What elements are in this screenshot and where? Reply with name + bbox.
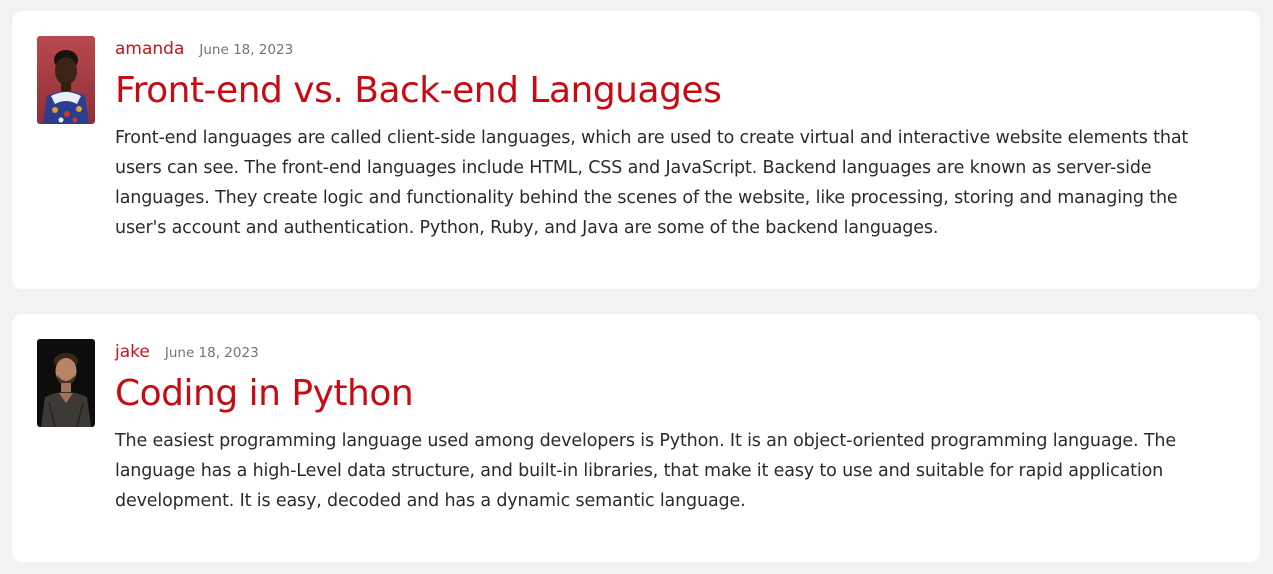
post-card: amanda June 18, 2023 Front-end vs. Back-…	[12, 11, 1260, 289]
author-link[interactable]: jake	[115, 342, 150, 362]
avatar-image	[37, 36, 95, 124]
author-avatar[interactable]	[37, 36, 95, 124]
author-avatar[interactable]	[37, 339, 95, 427]
post-title-link[interactable]: Coding in Python	[115, 371, 1220, 417]
post-meta: jake June 18, 2023	[115, 342, 1220, 368]
author-link[interactable]: amanda	[115, 39, 184, 59]
post-content: The easiest programming language used am…	[115, 431, 1176, 511]
post-body: amanda June 18, 2023 Front-end vs. Back-…	[115, 39, 1220, 243]
post-date: June 18, 2023	[164, 345, 259, 361]
post-meta: amanda June 18, 2023	[115, 39, 1220, 65]
post-date: June 18, 2023	[199, 42, 294, 58]
post-card: jake June 18, 2023 Coding in Python The …	[12, 314, 1260, 562]
post-body: jake June 18, 2023 Coding in Python The …	[115, 342, 1220, 516]
post-title-link[interactable]: Front-end vs. Back-end Languages	[115, 68, 1220, 114]
avatar-image	[37, 339, 95, 427]
post-content: Front-end languages are called client-si…	[115, 128, 1189, 238]
